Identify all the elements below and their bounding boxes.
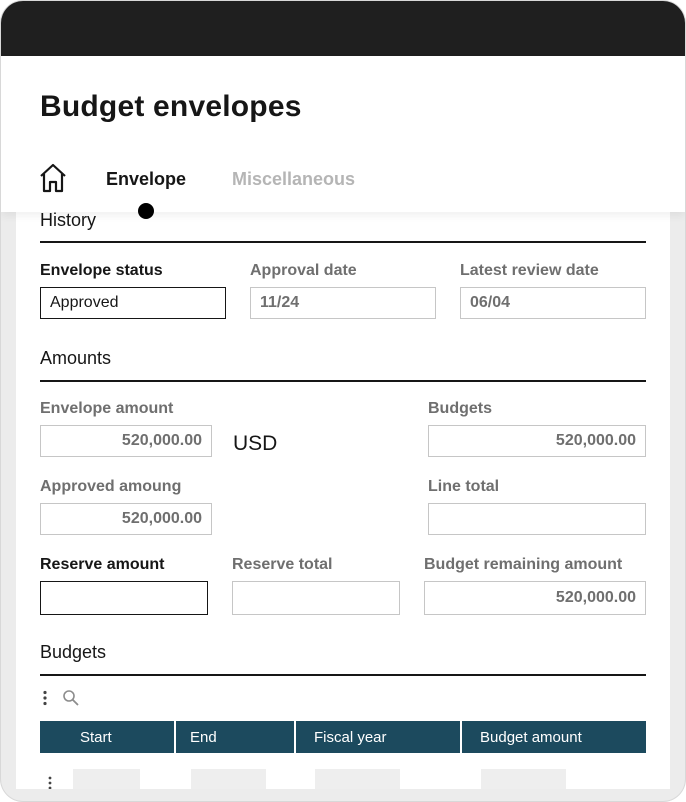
table-cell-placeholder <box>315 769 400 789</box>
approval-date-label: Approval date <box>250 262 357 279</box>
budget-remaining-label: Budget remaining amount <box>424 556 623 573</box>
page-header: Budget envelopes Envelope Miscellaneous <box>1 56 685 219</box>
reserve-amount-label: Reserve amount <box>40 556 165 573</box>
more-options-icon[interactable] <box>42 690 48 706</box>
reserve-total-label: Reserve total <box>232 556 333 573</box>
column-header-budget-amount[interactable]: Budget amount <box>480 721 582 753</box>
tab-miscellaneous[interactable]: Miscellaneous <box>232 169 355 190</box>
column-header-fiscal-year[interactable]: Fiscal year <box>314 721 387 753</box>
column-divider <box>294 721 296 753</box>
currency-label: USD <box>233 432 278 455</box>
row-options-icon[interactable] <box>48 776 52 789</box>
line-total-field[interactable] <box>428 503 646 535</box>
amounts-section-title: Amounts <box>40 348 112 368</box>
envelope-status-label: Envelope status <box>40 262 163 279</box>
budget-remaining-field[interactable]: 520,000.00 <box>424 581 646 615</box>
home-icon[interactable] <box>38 162 68 194</box>
table-cell-placeholder <box>191 769 266 789</box>
page-title: Budget envelopes <box>40 90 302 123</box>
reserve-amount-field[interactable] <box>40 581 208 615</box>
latest-review-date-field[interactable]: 06/04 <box>460 287 646 319</box>
table-cell-placeholder <box>73 769 140 789</box>
approved-amount-field[interactable]: 520,000.00 <box>40 503 212 535</box>
latest-review-date-label: Latest review date <box>460 262 599 279</box>
history-section-title: History <box>40 212 97 230</box>
column-divider <box>460 721 462 753</box>
budgets-label: Budgets <box>428 400 492 417</box>
column-header-start[interactable]: Start <box>80 721 112 753</box>
form-content: History Envelope status Approved Approva… <box>16 212 670 789</box>
device-frame: Budget envelopes Envelope Miscellaneous … <box>1 1 685 801</box>
amounts-divider <box>40 380 646 382</box>
column-divider <box>174 721 176 753</box>
envelope-amount-field[interactable]: 520,000.00 <box>40 425 212 457</box>
tab-envelope[interactable]: Envelope <box>106 169 186 190</box>
search-icon[interactable] <box>62 689 80 707</box>
budgets-divider <box>40 674 646 676</box>
approved-amount-label: Approved amoung <box>40 478 182 495</box>
envelope-status-field[interactable]: Approved <box>40 287 226 319</box>
table-cell-placeholder <box>481 769 566 789</box>
budgets-section-title: Budgets <box>40 642 107 662</box>
history-divider <box>40 241 646 243</box>
status-bar <box>1 1 685 56</box>
reserve-total-field[interactable] <box>232 581 400 615</box>
envelope-amount-label: Envelope amount <box>40 400 174 417</box>
active-tab-indicator <box>138 203 154 219</box>
approval-date-field[interactable]: 11/24 <box>250 287 436 319</box>
table-header: Start End Fiscal year Budget amount <box>40 721 646 753</box>
column-header-end[interactable]: End <box>190 721 217 753</box>
budgets-field[interactable]: 520,000.00 <box>428 425 646 457</box>
line-total-label: Line total <box>428 478 500 495</box>
